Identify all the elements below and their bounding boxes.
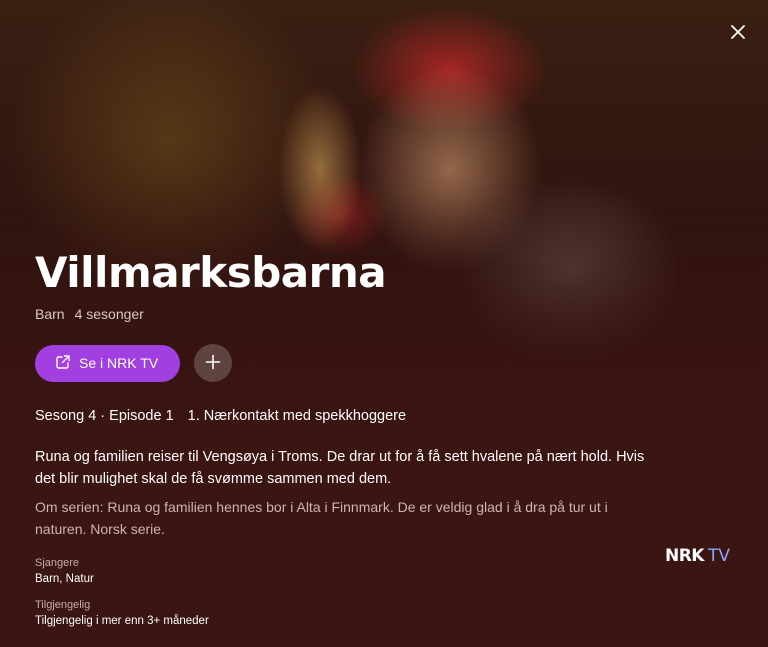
episode-info: Sesong 4 · Episode 1 1. Nærkontakt med s… bbox=[35, 408, 738, 424]
logo-brand: NRK bbox=[664, 546, 705, 566]
episode-number: Sesong 4 · Episode 1 bbox=[35, 408, 174, 425]
plus-icon bbox=[205, 354, 221, 373]
episode-description: Runa og familien reiser til Vengsøya i T… bbox=[35, 449, 645, 488]
program-content: Villmarksbarna Barn 4 sesonger Se i NRK … bbox=[35, 248, 738, 540]
availability-label: Tilgjengelig bbox=[35, 599, 91, 611]
action-row: Se i NRK TV bbox=[35, 344, 738, 383]
details-section: Sjangere Barn, Natur Tilgjengelig Tilgje… bbox=[35, 557, 209, 627]
watch-button-label: Se i NRK TV bbox=[79, 355, 159, 372]
seasons-text: 4 sesonger bbox=[74, 306, 144, 323]
genres-value: Barn, Natur bbox=[35, 573, 94, 585]
series-description: Om serien: Runa og familien hennes bor i… bbox=[35, 499, 608, 538]
genres-group: Sjangere Barn, Natur bbox=[35, 557, 209, 585]
watch-in-nrk-tv-button[interactable]: Se i NRK TV bbox=[35, 344, 181, 382]
program-title: Villmarksbarna bbox=[35, 248, 387, 297]
genre-text: Barn bbox=[35, 306, 65, 323]
close-icon[interactable] bbox=[726, 20, 750, 44]
logo-suffix: TV bbox=[707, 546, 730, 566]
nrk-tv-logo: NRK TV bbox=[665, 546, 730, 566]
availability-value: Tilgjengelig i mer enn 3+ måneder bbox=[35, 615, 209, 627]
external-link-icon bbox=[55, 354, 71, 373]
availability-group: Tilgjengelig Tilgjengelig i mer enn 3+ m… bbox=[35, 599, 209, 627]
program-meta: Barn 4 sesonger bbox=[35, 306, 738, 322]
genres-label: Sjangere bbox=[35, 557, 80, 569]
add-to-list-button[interactable] bbox=[194, 344, 233, 383]
episode-title: 1. Nærkontakt med spekkhoggere bbox=[187, 408, 407, 425]
program-modal: Villmarksbarna Barn 4 sesonger Se i NRK … bbox=[0, 0, 768, 647]
